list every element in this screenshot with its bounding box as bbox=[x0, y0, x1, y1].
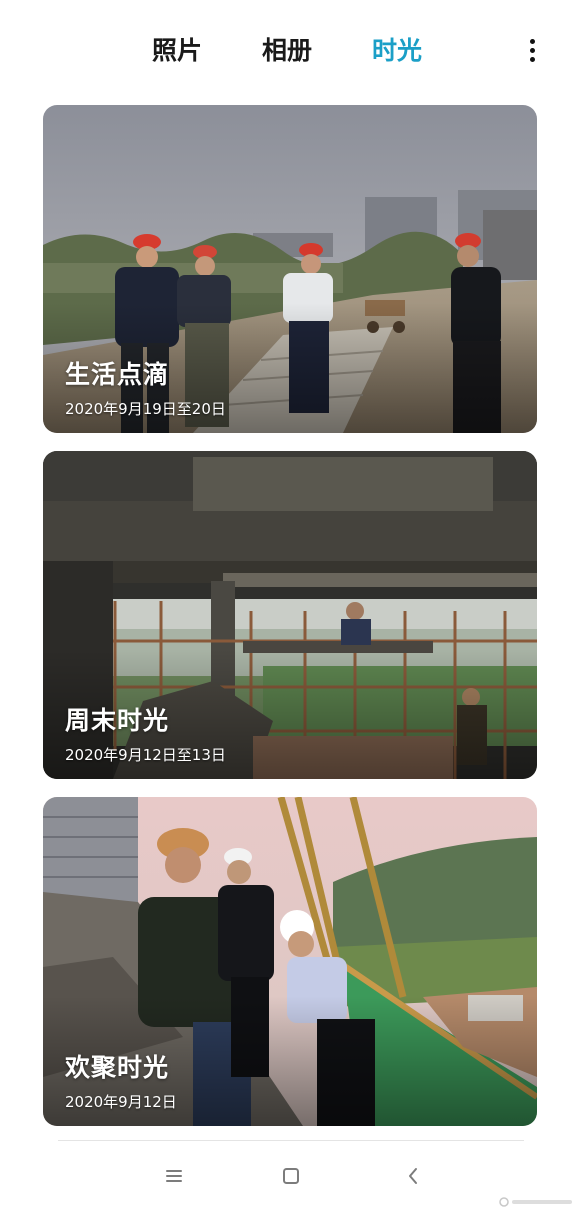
moment-date: 2020年9月12日 bbox=[65, 1093, 177, 1111]
moment-title: 生活点滴 bbox=[65, 360, 170, 389]
more-vertical-icon bbox=[530, 39, 535, 44]
tab-moments[interactable]: 时光 bbox=[372, 33, 422, 69]
moment-card[interactable]: 生活点滴 2020年9月19日至20日 bbox=[43, 105, 537, 433]
menu-icon[interactable] bbox=[159, 1162, 187, 1190]
system-nav-bar bbox=[0, 1148, 580, 1213]
top-tab-bar: 照片 相册 时光 bbox=[0, 0, 580, 100]
watermark-logo bbox=[499, 1197, 572, 1207]
moment-title: 欢聚时光 bbox=[65, 1053, 170, 1082]
home-icon[interactable] bbox=[277, 1162, 305, 1190]
moment-card[interactable]: 欢聚时光 2020年9月12日 bbox=[43, 797, 537, 1126]
moment-title: 周末时光 bbox=[65, 706, 170, 735]
gallery-app: 照片 相册 时光 生活点滴 2020年9月19日至20日 周末时光 2020年9… bbox=[0, 0, 580, 1213]
moment-card[interactable]: 周末时光 2020年9月12日至13日 bbox=[43, 451, 537, 779]
tab-albums[interactable]: 相册 bbox=[262, 33, 312, 69]
divider bbox=[58, 1140, 524, 1141]
more-options-button[interactable] bbox=[520, 36, 544, 68]
tab-photos[interactable]: 照片 bbox=[152, 33, 202, 69]
moment-date: 2020年9月19日至20日 bbox=[65, 400, 226, 418]
moment-date: 2020年9月12日至13日 bbox=[65, 746, 226, 764]
back-icon[interactable] bbox=[399, 1162, 427, 1190]
